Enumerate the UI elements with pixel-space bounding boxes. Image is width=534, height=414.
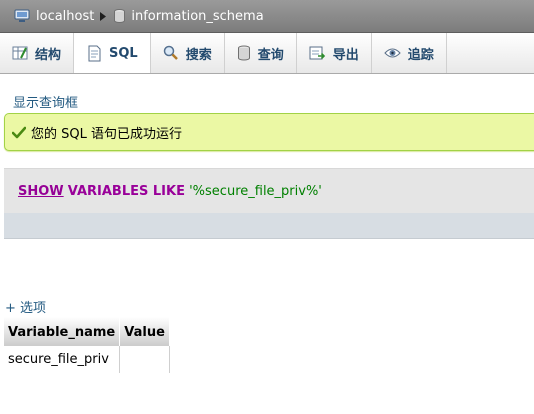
tab-export[interactable]: 导出 — [297, 33, 372, 73]
sql-statement: SHOW VARIABLES LIKE '%secure_file_priv%' — [18, 184, 322, 199]
breadcrumb-server[interactable]: localhost — [14, 9, 94, 24]
results-table: Variable_name Value secure_file_priv — [4, 317, 170, 374]
server-icon — [14, 9, 30, 23]
breadcrumb-server-label: localhost — [36, 8, 95, 24]
cell-variable-name: secure_file_priv — [4, 346, 121, 374]
results-header-row: Variable_name Value — [4, 317, 170, 346]
breadcrumb-database-label: information_schema — [131, 8, 264, 24]
tab-structure[interactable]: 结构 — [0, 33, 75, 73]
column-header-variable-name[interactable]: Variable_name — [4, 317, 121, 346]
sql-query-box: SHOW VARIABLES LIKE '%secure_file_priv%' — [4, 168, 534, 213]
sql-box-footer — [4, 213, 534, 239]
sql-icon — [86, 45, 102, 62]
success-message: 您的 SQL 语句已成功运行 — [4, 113, 534, 151]
breadcrumb-separator-icon — [100, 11, 107, 21]
tab-sql[interactable]: SQL — [74, 33, 151, 73]
cell-value — [119, 346, 170, 374]
breadcrumb-database[interactable]: information_schema — [114, 8, 264, 24]
tab-query-label: 查询 — [257, 47, 284, 63]
show-query-box-link[interactable]: 显示查询框 — [13, 92, 78, 111]
tab-structure-label: 结构 — [35, 47, 62, 63]
tab-sql-label: SQL — [109, 45, 138, 61]
database-icon — [114, 9, 126, 23]
tab-query[interactable]: 查询 — [225, 33, 297, 73]
column-header-value[interactable]: Value — [119, 317, 170, 346]
tracking-icon — [384, 47, 401, 59]
sql-keyword-show-link[interactable]: SHOW — [18, 184, 64, 199]
tab-tracking-label: 追踪 — [407, 47, 434, 63]
tab-search[interactable]: 搜索 — [151, 33, 225, 73]
tab-bar: 结构 SQL 搜索 查询 导出 追踪 — [0, 33, 534, 74]
success-message-text: 您的 SQL 语句已成功运行 — [31, 126, 182, 142]
sql-keywords: VARIABLES LIKE — [67, 183, 185, 199]
query-icon — [237, 45, 251, 61]
sql-pattern-string: '%secure_file_priv%' — [189, 183, 322, 199]
search-icon — [163, 45, 179, 61]
options-toggle-link[interactable]: + 选项 — [5, 297, 46, 316]
tab-export-label: 导出 — [332, 47, 359, 63]
breadcrumb: localhost information_schema — [0, 0, 534, 33]
checkmark-icon — [12, 126, 26, 139]
export-icon — [309, 45, 326, 61]
table-row: secure_file_priv — [4, 346, 170, 374]
structure-icon — [12, 45, 28, 61]
tab-search-label: 搜索 — [185, 47, 212, 63]
tab-tracking[interactable]: 追踪 — [372, 33, 447, 73]
